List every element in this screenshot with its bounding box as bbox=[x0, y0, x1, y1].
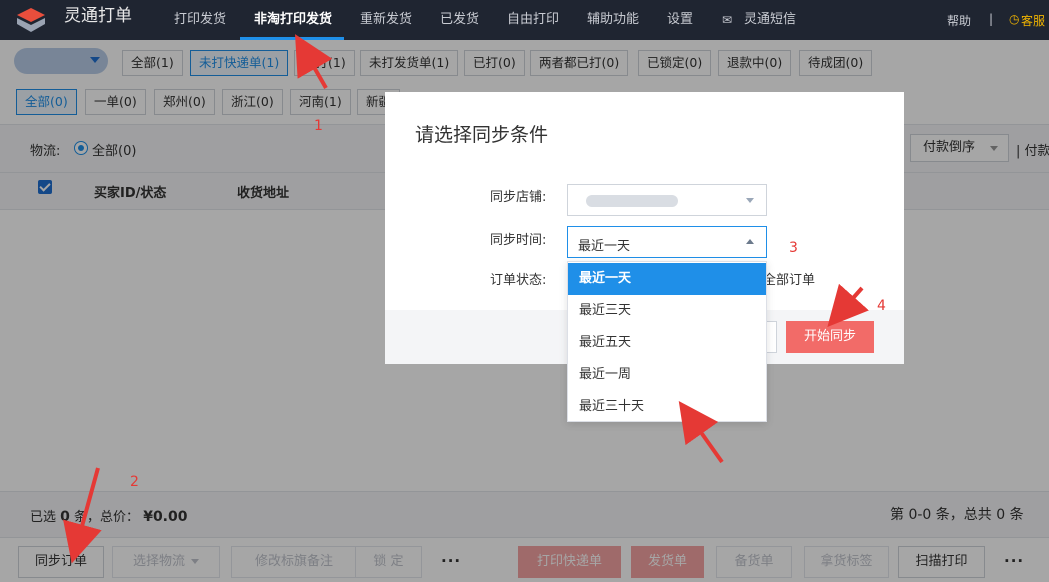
customer-service-link[interactable]: 客服 bbox=[1021, 12, 1045, 29]
nav-shipped[interactable]: 已发货 bbox=[440, 12, 479, 28]
time-option-1-week[interactable]: 最近一周 bbox=[568, 359, 766, 391]
app-logo-icon bbox=[17, 8, 45, 32]
nav-tools[interactable]: 辅助功能 bbox=[587, 12, 639, 28]
nav-reship[interactable]: 重新发货 bbox=[360, 12, 412, 28]
store-select[interactable] bbox=[567, 184, 767, 216]
annotation-4: 4 bbox=[877, 298, 886, 314]
help-link[interactable]: 帮助 bbox=[947, 12, 971, 29]
order-status-value[interactable]: 全部订单 bbox=[763, 269, 815, 288]
nav-free-print[interactable]: 自由打印 bbox=[507, 12, 559, 28]
order-status-label: 订单状态: bbox=[490, 273, 547, 288]
store-name-redacted bbox=[586, 195, 678, 207]
dialog-title: 请选择同步条件 bbox=[415, 124, 549, 146]
annotation-2: 2 bbox=[130, 474, 139, 490]
time-select-value: 最近一天 bbox=[578, 239, 631, 254]
annotation-3: 3 bbox=[789, 240, 798, 256]
nav-non-taobao-print-ship[interactable]: 非淘打印发货 bbox=[254, 12, 332, 28]
time-option-3-days[interactable]: 最近三天 bbox=[568, 295, 766, 327]
clock-icon: ◷ bbox=[1009, 12, 1020, 26]
nav-separator: | bbox=[989, 12, 994, 26]
nav-sms[interactable]: 灵通短信 bbox=[744, 12, 796, 28]
app-title: 灵通打单 bbox=[64, 6, 132, 26]
top-nav-bar: 灵通打单 打印发货 非淘打印发货 重新发货 已发货 自由打印 辅助功能 设置 ✉… bbox=[0, 0, 1049, 40]
mail-icon: ✉ bbox=[722, 13, 733, 27]
time-dropdown: 最近一天 最近三天 最近五天 最近一周 最近三十天 bbox=[567, 261, 767, 422]
time-option-30-days[interactable]: 最近三十天 bbox=[568, 391, 766, 423]
store-field-label: 同步店铺: bbox=[490, 190, 547, 205]
nav-print-ship[interactable]: 打印发货 bbox=[174, 12, 226, 28]
annotation-1: 1 bbox=[314, 118, 323, 134]
time-option-1-day[interactable]: 最近一天 bbox=[568, 263, 766, 295]
time-field-label: 同步时间: bbox=[490, 233, 547, 248]
start-sync-button[interactable]: 开始同步 bbox=[786, 321, 874, 353]
chevron-up-icon bbox=[746, 239, 754, 244]
time-option-5-days[interactable]: 最近五天 bbox=[568, 327, 766, 359]
time-select[interactable]: 最近一天 bbox=[567, 226, 767, 258]
nav-settings[interactable]: 设置 bbox=[667, 12, 693, 28]
chevron-down-icon bbox=[746, 198, 754, 203]
